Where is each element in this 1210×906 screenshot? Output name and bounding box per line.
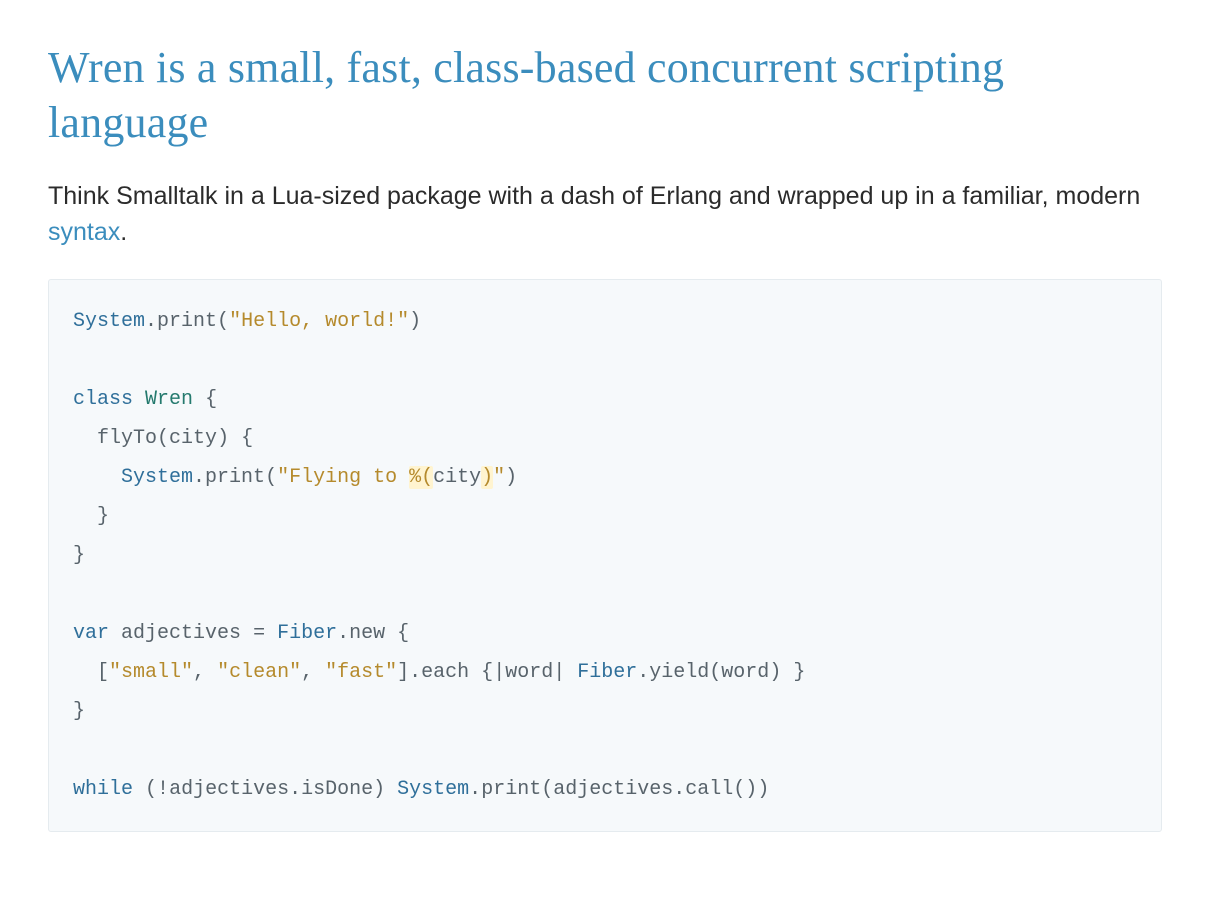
intro-text-after: . xyxy=(120,218,127,246)
code-token: Wren xyxy=(145,388,193,411)
code-token: , xyxy=(301,661,325,684)
code-token: } xyxy=(97,505,109,528)
code-token xyxy=(193,388,205,411)
code-token: print xyxy=(481,778,541,801)
code-token xyxy=(781,661,793,684)
code-token: ) xyxy=(373,778,385,801)
code-token: city xyxy=(169,427,217,450)
code-token: ) xyxy=(745,778,757,801)
code-token xyxy=(73,661,97,684)
code-token: } xyxy=(73,700,85,723)
code-token: "clean" xyxy=(217,661,301,684)
code-token: ( xyxy=(145,778,157,801)
code-token: adjectives xyxy=(553,778,673,801)
code-token: . xyxy=(289,778,301,801)
code-token: call xyxy=(685,778,733,801)
code-token: [ xyxy=(97,661,109,684)
code-token: var xyxy=(73,622,109,645)
code-token: ( xyxy=(541,778,553,801)
code-token: { xyxy=(205,388,217,411)
code-token: ) xyxy=(505,466,517,489)
code-token: } xyxy=(793,661,805,684)
code-token xyxy=(469,661,481,684)
code-token: Fiber xyxy=(277,622,337,645)
code-token: . xyxy=(673,778,685,801)
code-token: { xyxy=(397,622,409,645)
code-token: ( xyxy=(157,427,169,450)
code-token: ) xyxy=(769,661,781,684)
code-token: System xyxy=(121,466,193,489)
code-token: new xyxy=(349,622,385,645)
syntax-link[interactable]: syntax xyxy=(48,218,120,246)
code-token: "Hello, world!" xyxy=(229,310,409,333)
code-token: each xyxy=(421,661,469,684)
intro-paragraph: Think Smalltalk in a Lua-sized package w… xyxy=(48,178,1162,251)
code-token: ( xyxy=(709,661,721,684)
code-token xyxy=(109,622,121,645)
code-token xyxy=(133,388,145,411)
code-token: ] xyxy=(397,661,409,684)
code-token: . xyxy=(637,661,649,684)
code-token: print xyxy=(205,466,265,489)
code-token: { xyxy=(481,661,493,684)
code-token: print xyxy=(157,310,217,333)
code-token: ) xyxy=(481,466,493,489)
intro-text-before: Think Smalltalk in a Lua-sized package w… xyxy=(48,182,1140,210)
code-token: { xyxy=(241,427,253,450)
code-token: . xyxy=(193,466,205,489)
code-token: adjectives xyxy=(121,622,241,645)
code-token: adjectives xyxy=(169,778,289,801)
code-token: "small" xyxy=(109,661,193,684)
code-token: yield xyxy=(649,661,709,684)
code-token xyxy=(385,778,397,801)
code-block: System.print("Hello, world!") class Wren… xyxy=(48,279,1162,832)
code-token: "Flying to xyxy=(277,466,409,489)
code-token: while xyxy=(73,778,133,801)
code-token: , xyxy=(193,661,217,684)
code-token: System xyxy=(397,778,469,801)
code-token: | xyxy=(493,661,505,684)
code-token: flyTo xyxy=(97,427,157,450)
code-token: "fast" xyxy=(325,661,397,684)
code-token: ) xyxy=(217,427,229,450)
code-token: System xyxy=(73,310,145,333)
code-token: ) xyxy=(409,310,421,333)
code-token xyxy=(385,622,397,645)
code-token: city xyxy=(433,466,481,489)
code-token xyxy=(73,505,97,528)
code-token xyxy=(73,427,97,450)
code-token: = xyxy=(241,622,277,645)
code-token xyxy=(73,466,121,489)
code-token: . xyxy=(145,310,157,333)
code-token: isDone xyxy=(301,778,373,801)
code-token: . xyxy=(469,778,481,801)
code-token: . xyxy=(337,622,349,645)
code-token: Fiber xyxy=(577,661,637,684)
code-token: ( xyxy=(265,466,277,489)
code-token: ! xyxy=(157,778,169,801)
code-token xyxy=(229,427,241,450)
code-token: ( xyxy=(733,778,745,801)
code-token xyxy=(133,778,145,801)
code-token: " xyxy=(493,466,505,489)
code-token: } xyxy=(73,544,85,567)
code-token: ) xyxy=(757,778,769,801)
code-token: | xyxy=(553,661,577,684)
code-token: word xyxy=(721,661,769,684)
code-token: %( xyxy=(409,466,433,489)
code-token: . xyxy=(409,661,421,684)
code-token: word xyxy=(505,661,553,684)
code-token: class xyxy=(73,388,133,411)
code-token: ( xyxy=(217,310,229,333)
page-title: Wren is a small, fast, class-based concu… xyxy=(48,40,1162,150)
